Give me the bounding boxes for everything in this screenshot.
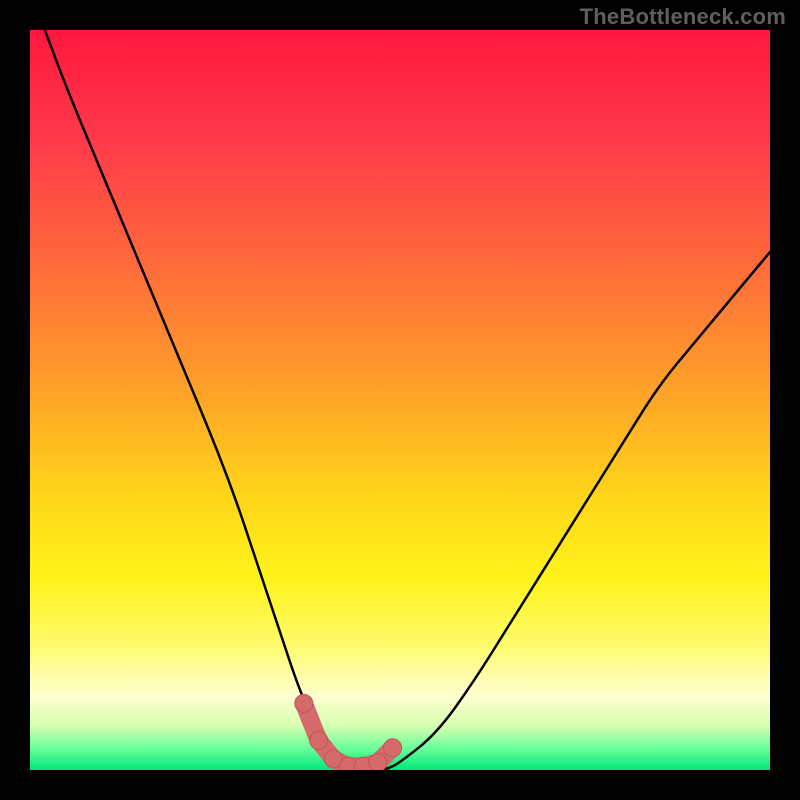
curve-marker [369,754,387,770]
gradient-rect [30,30,770,770]
curve-marker [310,731,328,749]
plot-svg [30,30,770,770]
watermark-text: TheBottleneck.com [580,4,786,30]
curve-marker [295,694,313,712]
plot-area [30,30,770,770]
curve-marker [384,739,402,757]
chart-frame: TheBottleneck.com [0,0,800,800]
